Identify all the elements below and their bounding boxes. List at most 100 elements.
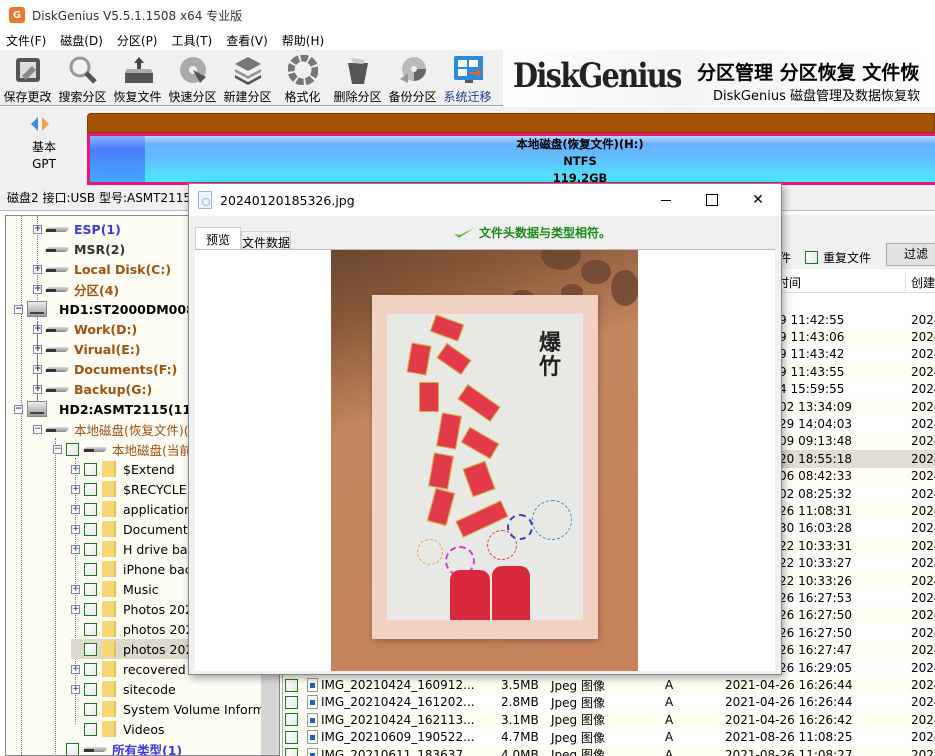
close-button[interactable]: ✕ [735, 184, 781, 216]
expand-icon[interactable]: + [33, 344, 42, 354]
tree-folder-item[interactable]: Videos [71, 719, 165, 739]
expand-icon[interactable]: + [71, 604, 80, 614]
duplicate-files-checkbox[interactable] [805, 251, 818, 264]
file-row[interactable]: IMG_20210611_183637... 4.0MB Jpeg 图像 A 2021-… [283, 746, 935, 756]
next-disk-icon[interactable] [42, 117, 49, 131]
file-row[interactable]: IMG_20210424_162113... 3.1MB Jpeg 图像 A 2021-… [283, 711, 935, 729]
tree-item-backup-g[interactable]: + Backup(G:) [33, 379, 152, 399]
search-partition-button[interactable]: 搜索分区 [55, 50, 110, 106]
partition-block-h[interactable]: 本地磁盘(恢复文件)(H:) NTFS 119.2GB [87, 133, 935, 185]
quick-partition-button[interactable]: 快速分区 [165, 50, 220, 106]
tree-folder-item[interactable]: + recovered [71, 659, 186, 679]
checkbox[interactable] [285, 678, 298, 692]
file-row[interactable]: IMG_20210424_161202... 2.8MB Jpeg 图像 A 2021-… [283, 694, 935, 711]
image-file-icon [307, 730, 318, 745]
expand-icon[interactable]: + [71, 544, 80, 554]
checkbox[interactable] [84, 502, 97, 516]
tree-folder-item[interactable]: + $Extend [71, 459, 175, 479]
checkbox[interactable] [84, 602, 97, 616]
checkbox[interactable] [84, 682, 97, 696]
expand-icon[interactable]: + [71, 664, 80, 674]
new-partition-button[interactable]: 新建分区 [220, 50, 275, 106]
disk-bar[interactable] [87, 113, 935, 133]
tree-item-all-types[interactable]: 所有类型(1) [53, 739, 182, 755]
expand-icon[interactable]: + [33, 384, 42, 394]
file-preview-dialog: 20240120185326.jpg ✕ 预览 文件数据 文件头数据与类型相符。 [188, 183, 782, 675]
checkbox[interactable] [285, 748, 298, 756]
tree-folder-item[interactable]: System Volume Information [71, 699, 279, 719]
checkbox[interactable] [285, 730, 298, 744]
backup-partition-button[interactable]: 备份分区 [385, 50, 440, 106]
tree-folder-item[interactable]: + Music [71, 579, 159, 599]
column-created[interactable]: 创建 [905, 274, 935, 291]
checkbox[interactable] [84, 482, 97, 496]
tree-item-msr[interactable]: MSR(2) [33, 239, 125, 259]
tree-folder-item[interactable]: + sitecode [71, 679, 176, 699]
expand-icon[interactable]: + [71, 504, 80, 514]
expand-icon[interactable]: + [71, 484, 80, 494]
file-row[interactable]: IMG_20210609_190522... 4.7MB Jpeg 图像 A 2021-… [283, 729, 935, 746]
menu-file[interactable]: 文件(F) [6, 32, 46, 49]
expand-icon[interactable]: + [33, 364, 42, 374]
checkbox[interactable] [84, 522, 97, 536]
expand-icon[interactable]: + [33, 264, 42, 274]
duplicate-files-option[interactable]: 重复文件 [805, 249, 871, 266]
filter-button[interactable]: 过滤 [886, 243, 935, 266]
system-migration-button[interactable]: 系统迁移 [440, 50, 495, 106]
expand-icon[interactable]: + [71, 584, 80, 594]
expand-icon[interactable]: + [33, 224, 42, 234]
expand-icon[interactable]: + [71, 464, 80, 474]
tree-item-local-disk-c[interactable]: + Local Disk(C:) [33, 259, 171, 279]
expand-icon[interactable]: + [33, 284, 42, 294]
checkbox[interactable] [84, 702, 97, 716]
minimize-button[interactable] [643, 184, 689, 216]
tree-folder-item[interactable]: + Documents [71, 519, 194, 539]
attr-cell: A [665, 747, 674, 756]
checkbox[interactable] [84, 642, 97, 656]
folder-icon [102, 721, 116, 737]
format-button[interactable]: 格式化 [275, 50, 330, 106]
created-cell: 2024 [911, 417, 935, 432]
menu-view[interactable]: 查看(V) [226, 32, 268, 49]
checkbox[interactable] [84, 582, 97, 596]
checkbox[interactable] [84, 562, 97, 576]
recover-files-button[interactable]: 恢复文件 [110, 50, 165, 106]
maximize-button[interactable] [689, 184, 735, 216]
checkbox[interactable] [285, 695, 298, 709]
tree-item-documents-f[interactable]: + Documents(F:) [33, 359, 177, 379]
checkbox[interactable] [84, 462, 97, 476]
tree-item-virual-e[interactable]: + Virual(E:) [33, 339, 141, 359]
collapse-icon[interactable]: − [14, 404, 23, 414]
menu-help[interactable]: 帮助(H) [282, 32, 324, 49]
modified-cell: 9 11:43:06 [779, 330, 845, 345]
collapse-icon[interactable]: − [33, 424, 42, 434]
menu-partition[interactable]: 分区(P) [117, 32, 158, 49]
tree-folder-item[interactable]: photos 2021 [71, 619, 201, 639]
delete-partition-button[interactable]: 删除分区 [330, 50, 385, 106]
expand-icon[interactable]: + [33, 324, 42, 334]
tree-item-partition-4[interactable]: + 分区(4) [33, 279, 119, 299]
tree-item-esp[interactable]: + ESP(1) [33, 219, 121, 239]
tree-folder-item[interactable]: + applications [71, 499, 198, 519]
checkbox[interactable] [84, 542, 97, 556]
checkbox[interactable] [66, 742, 79, 755]
checkbox[interactable] [285, 713, 298, 727]
checkbox[interactable] [84, 622, 97, 636]
menu-disk[interactable]: 磁盘(D) [60, 32, 103, 49]
expand-icon[interactable]: + [71, 524, 80, 534]
tree-item-work-d[interactable]: + Work(D:) [33, 319, 137, 339]
tab-preview[interactable]: 预览 [195, 227, 241, 250]
checkbox[interactable] [84, 662, 97, 676]
collapse-icon[interactable]: − [14, 304, 23, 314]
save-changes-button[interactable]: 保存更改 [0, 50, 55, 106]
expand-icon[interactable]: + [71, 684, 80, 694]
checkbox[interactable] [84, 722, 97, 736]
tree-folder-item[interactable]: photos 2022 [71, 639, 202, 659]
collapse-icon[interactable]: − [53, 444, 62, 454]
tree-item-recovery-h[interactable]: − 本地磁盘(恢复文件)(H:) [33, 419, 207, 439]
previous-disk-icon[interactable] [31, 117, 38, 131]
menu-tools[interactable]: 工具(T) [172, 32, 213, 49]
checkbox[interactable] [66, 442, 79, 456]
tree-folder-item[interactable]: + Photos 2020 [71, 599, 201, 619]
file-row[interactable]: IMG_20210424_160912... 3.5MB Jpeg 图像 A 2021-… [283, 676, 935, 694]
